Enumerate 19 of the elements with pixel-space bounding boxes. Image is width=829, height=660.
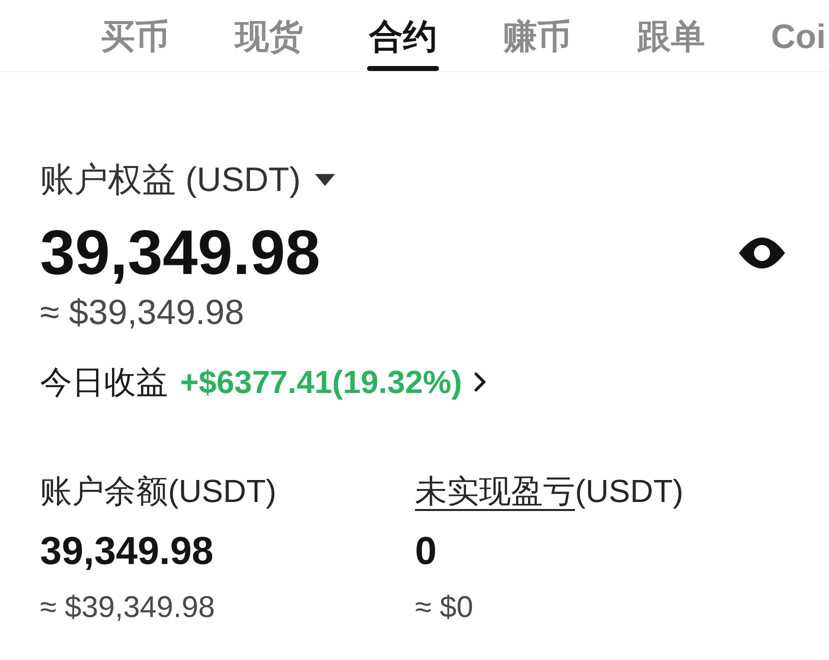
- balance-value: 0: [415, 529, 437, 575]
- nav-tab[interactable]: Coi: [769, 0, 828, 71]
- equity-usd-value: ≈ $39,349.98: [40, 292, 244, 334]
- balance-usd-value: ≈ $0: [415, 590, 474, 626]
- nav-tab[interactable]: 赚币: [501, 0, 573, 71]
- nav-tab[interactable]: 合约: [367, 0, 439, 71]
- chevron-right-icon[interactable]: [474, 372, 486, 392]
- equity-value: 39,349.98: [40, 218, 320, 288]
- balance-label: 账户余额(USDT): [40, 472, 276, 511]
- nav-tab[interactable]: 买币: [99, 0, 171, 71]
- balance-label[interactable]: 未实现盈亏(USDT): [415, 469, 684, 513]
- account-equity-dropdown[interactable]: 账户权益 (USDT): [40, 158, 335, 202]
- balance-value: 39,349.98: [40, 529, 214, 575]
- todays-pnl-value: +$6377.41(19.32%): [180, 363, 462, 402]
- caret-down-icon: [314, 174, 335, 186]
- todays-pnl-label: 今日收益: [40, 363, 168, 402]
- nav-tab[interactable]: 现货: [233, 0, 305, 71]
- balance-usd-value: ≈ $39,349.98: [40, 590, 215, 626]
- nav-tab[interactable]: 跟单: [635, 0, 707, 71]
